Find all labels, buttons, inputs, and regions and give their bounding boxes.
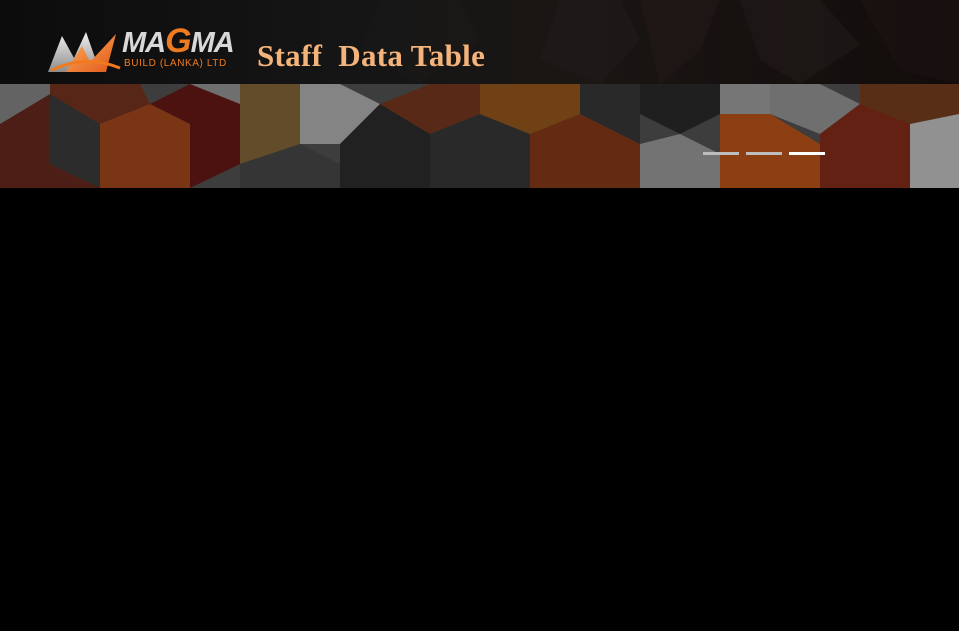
slider-dot-1[interactable] [703, 152, 739, 155]
page-frame: MAGMA BUILD (LANKA) LTD Staff Data Table [0, 0, 959, 631]
hero-banner [0, 84, 959, 188]
slider-dot-3[interactable] [789, 152, 825, 155]
page-title: Staff Data Table [257, 38, 486, 73]
logo-mark-icon [48, 32, 121, 72]
slider-pagination [703, 152, 825, 155]
main-content-area [0, 188, 959, 631]
logo-wordmark: MAGMA [122, 22, 235, 60]
site-header: MAGMA BUILD (LANKA) LTD Staff Data Table [0, 0, 959, 84]
logo-subtitle: BUILD (LANKA) LTD [124, 58, 227, 69]
slider-dot-2[interactable] [746, 152, 782, 155]
hexagon-pattern-image [0, 84, 959, 188]
company-logo[interactable]: MAGMA BUILD (LANKA) LTD [46, 24, 244, 76]
